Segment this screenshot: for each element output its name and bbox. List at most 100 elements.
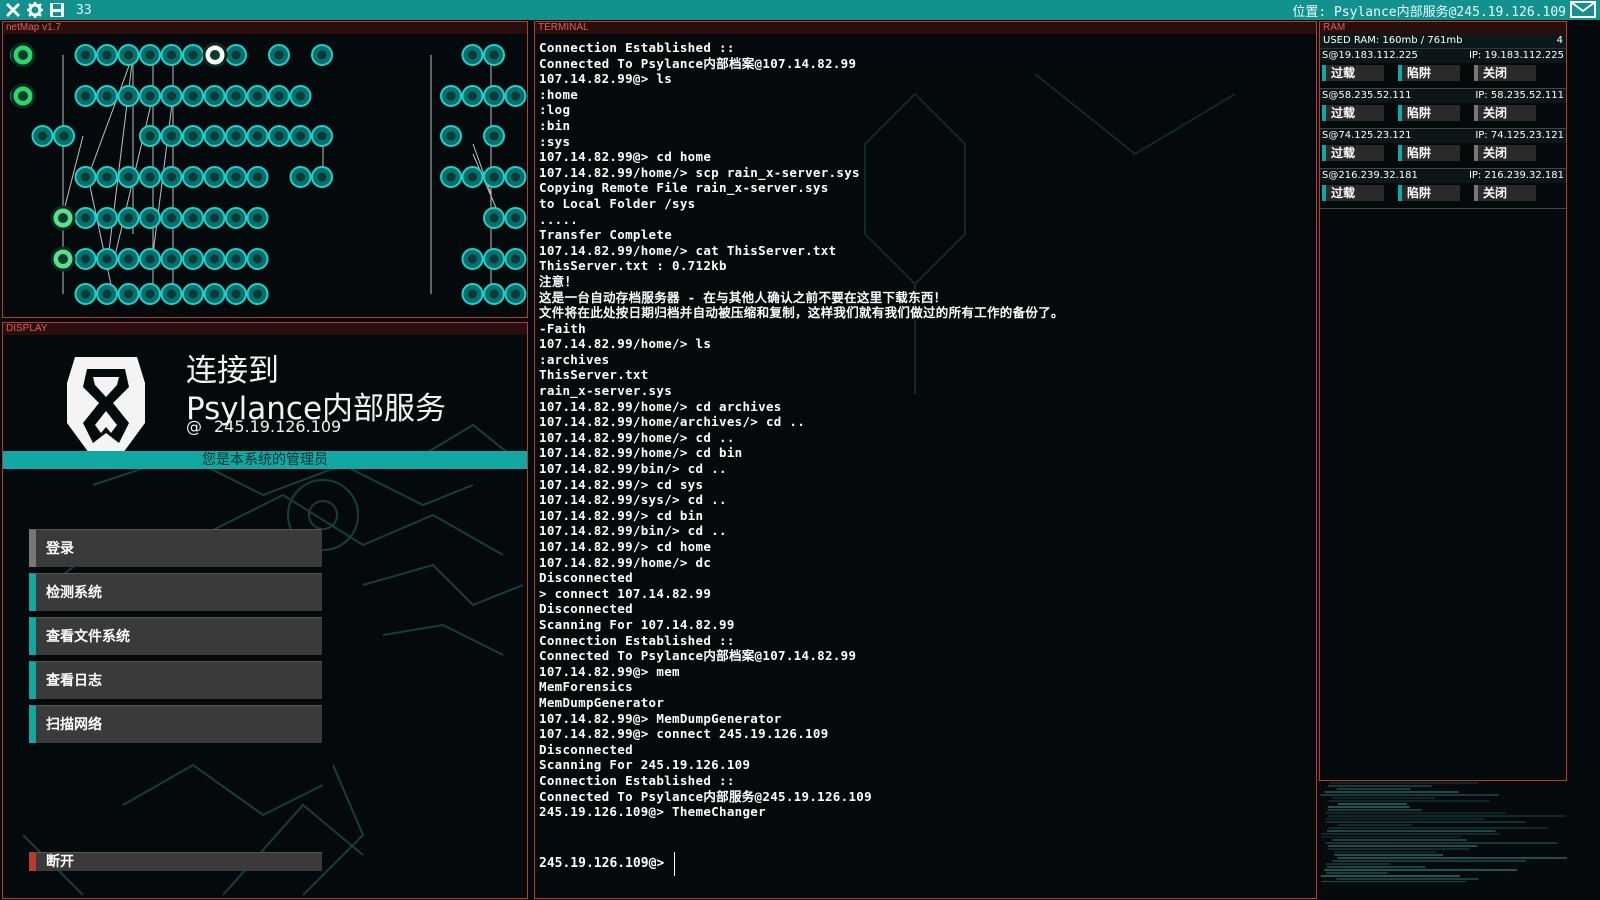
netmap-node[interactable] <box>246 125 269 147</box>
netmap-node[interactable] <box>268 85 290 107</box>
netmap-node[interactable] <box>246 283 269 305</box>
netmap-node[interactable] <box>203 166 226 188</box>
netmap-node[interactable] <box>139 166 161 188</box>
overload-button[interactable]: 过载 <box>1322 105 1384 121</box>
disconnect-button[interactable]: 断开 <box>29 852 322 871</box>
netmap-node[interactable] <box>117 85 140 107</box>
netmap-node[interactable] <box>504 283 527 305</box>
netmap-node[interactable] <box>268 44 290 66</box>
netmap-node[interactable] <box>160 85 183 107</box>
trap-button[interactable]: 陷阱 <box>1398 105 1460 121</box>
netmap-node[interactable] <box>139 85 161 107</box>
netmap-node[interactable] <box>461 283 484 305</box>
netmap-node[interactable] <box>96 248 118 270</box>
netmap-node[interactable] <box>96 166 118 188</box>
netmap-node[interactable] <box>311 166 333 188</box>
netmap-node[interactable] <box>461 44 484 66</box>
netmap-node[interactable] <box>203 125 226 147</box>
netmap-node[interactable] <box>440 125 462 147</box>
netmap-node[interactable] <box>289 125 312 147</box>
terminal-input-caret[interactable] <box>674 852 675 876</box>
netmap-node[interactable] <box>483 166 505 188</box>
netmap-node[interactable] <box>160 207 183 229</box>
netmap-node[interactable] <box>225 44 247 66</box>
netmap-node[interactable] <box>96 44 118 66</box>
save-icon[interactable] <box>48 1 66 19</box>
netmap-node[interactable] <box>246 207 269 229</box>
netmap-node[interactable] <box>182 207 204 229</box>
netmap-node[interactable] <box>182 85 204 107</box>
netmap-node[interactable] <box>139 283 161 305</box>
netmap-node[interactable] <box>225 125 247 147</box>
probe-system-button[interactable]: 检测系统 <box>29 573 322 611</box>
netmap-node[interactable] <box>246 85 269 107</box>
netmap-node[interactable] <box>225 283 247 305</box>
netmap-node[interactable] <box>160 125 183 147</box>
gear-icon[interactable] <box>26 1 44 19</box>
netmap-node[interactable] <box>139 248 161 270</box>
netmap-node[interactable] <box>74 166 97 188</box>
overload-button[interactable]: 过载 <box>1322 145 1384 161</box>
netmap-node[interactable] <box>74 44 97 66</box>
netmap-node[interactable] <box>160 44 183 66</box>
netmap-node[interactable] <box>182 125 204 147</box>
netmap-node[interactable] <box>483 248 505 270</box>
network-map[interactable] <box>3 34 527 317</box>
netmap-node[interactable] <box>311 44 333 66</box>
netmap-node[interactable] <box>225 166 247 188</box>
netmap-node[interactable] <box>182 44 204 66</box>
netmap-node[interactable] <box>225 248 247 270</box>
netmap-node[interactable] <box>504 207 527 229</box>
netmap-node[interactable] <box>74 283 97 305</box>
trap-button[interactable]: 陷阱 <box>1398 145 1460 161</box>
view-logs-button[interactable]: 查看日志 <box>29 661 322 699</box>
netmap-node[interactable] <box>117 44 140 66</box>
netmap-node[interactable] <box>117 207 140 229</box>
netmap-node[interactable] <box>461 166 484 188</box>
netmap-node[interactable] <box>160 166 183 188</box>
netmap-node[interactable] <box>483 207 505 229</box>
netmap-node[interactable] <box>483 283 505 305</box>
netmap-node[interactable] <box>96 85 118 107</box>
netmap-node[interactable] <box>203 207 226 229</box>
login-button[interactable]: 登录 <box>29 529 322 567</box>
netmap-node[interactable] <box>160 283 183 305</box>
netmap-node[interactable] <box>483 85 505 107</box>
netmap-node[interactable] <box>203 283 226 305</box>
trap-button[interactable]: 陷阱 <box>1398 65 1460 81</box>
netmap-node[interactable] <box>139 207 161 229</box>
netmap-node[interactable] <box>440 85 462 107</box>
netmap-node[interactable] <box>139 44 161 66</box>
netmap-node[interactable] <box>182 283 204 305</box>
close-process-button[interactable]: 关闭 <box>1474 185 1536 201</box>
netmap-node[interactable] <box>483 44 505 66</box>
netmap-node[interactable] <box>31 125 54 147</box>
netmap-node[interactable] <box>53 125 75 147</box>
scan-network-button[interactable]: 扫描网络 <box>29 705 322 743</box>
netmap-node[interactable] <box>289 166 312 188</box>
trap-button[interactable]: 陷阱 <box>1398 185 1460 201</box>
netmap-node[interactable] <box>483 125 505 147</box>
netmap-node[interactable] <box>246 166 269 188</box>
netmap-node[interactable] <box>203 85 226 107</box>
netmap-node[interactable] <box>74 207 97 229</box>
netmap-node[interactable] <box>160 248 183 270</box>
netmap-node[interactable] <box>225 207 247 229</box>
close-process-button[interactable]: 关闭 <box>1474 105 1536 121</box>
netmap-node[interactable] <box>504 166 527 188</box>
netmap-node[interactable] <box>225 85 247 107</box>
netmap-node[interactable] <box>182 166 204 188</box>
netmap-node[interactable] <box>96 207 118 229</box>
netmap-node[interactable] <box>461 248 484 270</box>
netmap-node[interactable] <box>289 85 312 107</box>
netmap-node[interactable] <box>203 248 226 270</box>
overload-button[interactable]: 过载 <box>1322 65 1384 81</box>
netmap-node[interactable] <box>96 283 118 305</box>
close-process-button[interactable]: 关闭 <box>1474 145 1536 161</box>
netmap-node[interactable] <box>139 125 161 147</box>
netmap-node[interactable] <box>440 166 462 188</box>
close-process-button[interactable]: 关闭 <box>1474 65 1536 81</box>
netmap-node[interactable] <box>311 125 333 147</box>
netmap-node[interactable] <box>74 85 97 107</box>
netmap-node[interactable] <box>182 248 204 270</box>
